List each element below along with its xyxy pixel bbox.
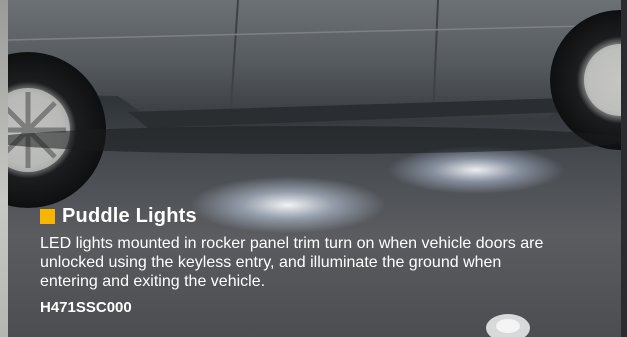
feature-title-row: Puddle Lights <box>40 204 600 228</box>
orange-square-icon <box>40 208 55 224</box>
feature-description: LED lights mounted in rocker panel trim … <box>40 235 544 290</box>
left-edge-strip <box>0 0 8 337</box>
right-edge-strip <box>621 0 627 337</box>
feature-caption: Puddle Lights LED lights mounted in rock… <box>40 204 600 317</box>
part-number: H471SSC000 <box>40 299 132 316</box>
feature-title: Puddle Lights <box>62 205 197 227</box>
brochure-page: Puddle Lights LED lights mounted in rock… <box>0 0 627 337</box>
